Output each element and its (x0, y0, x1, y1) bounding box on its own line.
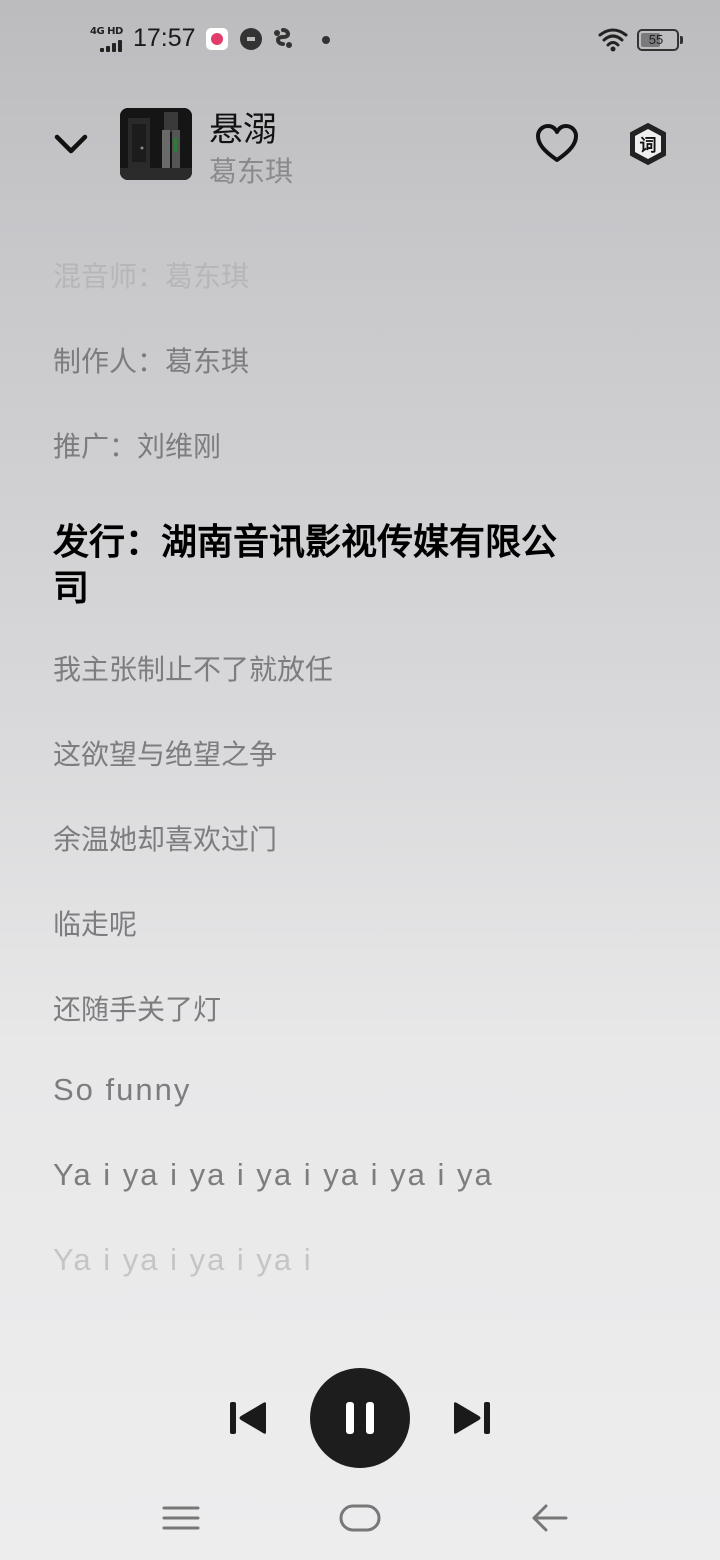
play-pause-button[interactable] (310, 1368, 410, 1468)
lyrics-badge-icon: 词 (630, 123, 666, 165)
like-button[interactable] (534, 122, 580, 166)
lyric-line[interactable]: 推广：刘维刚 (53, 425, 221, 465)
heart-icon (536, 124, 578, 162)
recent-apps-button[interactable] (160, 1502, 202, 1534)
next-track-button[interactable] (450, 1398, 494, 1438)
lyric-line[interactable]: 混音师：葛东琪 (53, 255, 249, 295)
lyric-line[interactable]: Ya i ya i ya i ya i ya i ya i ya (53, 1157, 494, 1193)
lyric-line[interactable]: 临走呢 (53, 903, 137, 943)
status-bar: 4G HD 17:57 55 (0, 0, 720, 80)
back-button[interactable] (528, 1500, 572, 1536)
lyric-line[interactable]: So funny (53, 1072, 191, 1108)
skip-previous-icon (230, 1402, 266, 1434)
pause-icon (346, 1402, 374, 1434)
notification-app-icon (206, 28, 228, 50)
skip-next-icon (454, 1402, 490, 1434)
playback-controls (0, 1366, 720, 1470)
network-type: 4G HD (90, 26, 123, 37)
lyrics-toggle-button[interactable]: 词 (626, 122, 670, 166)
previous-track-button[interactable] (226, 1398, 270, 1438)
cellular-signal-icon: 4G HD (90, 26, 128, 52)
lyrics-badge-label: 词 (640, 136, 657, 156)
collapse-player-button[interactable] (48, 124, 94, 164)
song-artist[interactable]: 葛东琪 (209, 150, 293, 190)
chevron-down-icon (54, 134, 88, 154)
player-header: 悬溺 葛东琪 词 (0, 96, 720, 196)
wifi-icon (598, 26, 628, 52)
home-button[interactable] (338, 1502, 382, 1534)
back-arrow-icon (532, 1504, 568, 1532)
album-cover-image (120, 108, 192, 180)
notification-app-icon (272, 28, 294, 50)
lyrics-panel[interactable]: 混音师：葛东琪 制作人：葛东琪 推广：刘维刚 发行：湖南音讯影视传媒有限公司 我… (53, 240, 613, 1300)
battery-icon: 55 (637, 29, 683, 51)
lyric-line[interactable]: 还随手关了灯 (53, 988, 221, 1028)
system-navigation-bar (0, 1490, 720, 1550)
lyric-line[interactable]: 制作人：葛东琪 (53, 340, 249, 380)
home-pill-icon (339, 1504, 381, 1532)
lyric-line-current[interactable]: 发行：湖南音讯影视传媒有限公司 (53, 520, 573, 612)
lyric-line[interactable]: 余温她却喜欢过门 (53, 818, 277, 858)
notification-app-icon (240, 28, 262, 50)
album-cover[interactable] (120, 108, 192, 180)
status-time: 17:57 (133, 24, 196, 52)
lyric-line[interactable]: 这欲望与绝望之争 (53, 733, 277, 773)
battery-level: 55 (648, 32, 664, 47)
song-title: 悬溺 (209, 110, 277, 150)
menu-icon (162, 1506, 200, 1530)
lyric-line[interactable]: 我主张制止不了就放任 (53, 648, 333, 688)
more-notifications-dot (322, 36, 330, 44)
lyric-line[interactable]: Ya i ya i ya i ya i (53, 1242, 313, 1278)
